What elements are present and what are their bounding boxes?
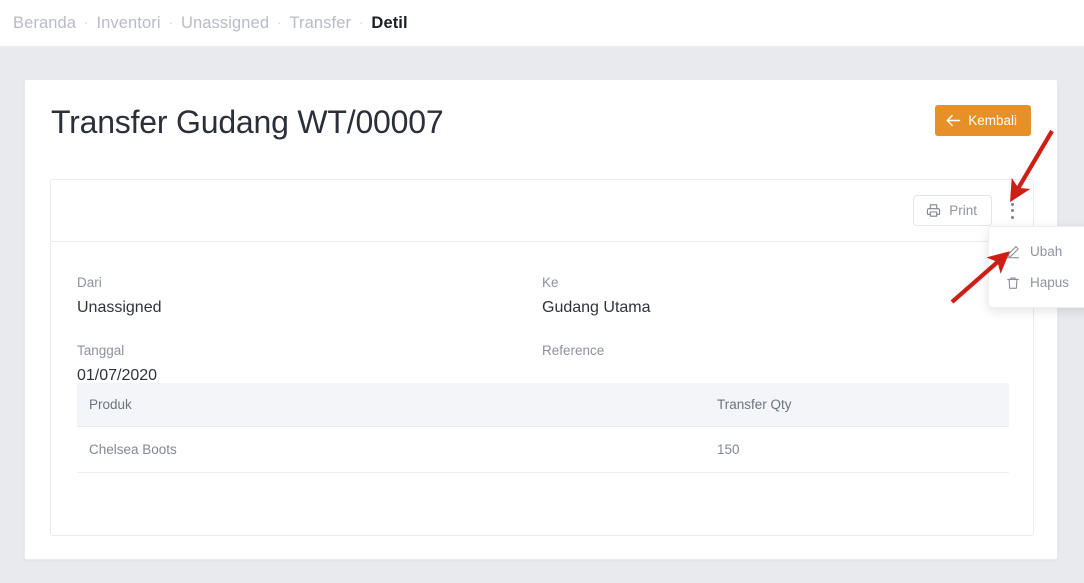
field-tanggal-label: Tanggal [77,343,125,358]
card-header: Transfer Gudang WT/00007 Kembali [25,80,1057,179]
menu-item-hapus-label: Hapus [1030,275,1070,290]
back-button[interactable]: Kembali [935,105,1031,136]
kebab-dot [1010,215,1014,219]
breadcrumb-item-inventori[interactable]: Inventori [96,14,160,33]
field-ke-value: Gudang Utama [542,299,651,316]
field-reference-label: Reference [542,343,605,358]
breadcrumb-item-unassigned[interactable]: Unassigned [181,14,269,33]
panel-toolbar: Print [51,180,1033,242]
breadcrumb-separator: · [277,14,282,30]
menu-item-hapus[interactable]: Hapus [989,267,1084,298]
print-button-label: Print [949,203,977,218]
print-button[interactable]: Print [913,195,992,226]
breadcrumb-separator: · [84,14,89,30]
kebab-dot [1010,202,1014,206]
breadcrumb-separator: · [168,14,173,30]
arrow-left-icon [946,114,961,127]
pencil-icon [1006,245,1020,259]
menu-item-ubah[interactable]: Ubah [989,236,1084,267]
table-header-row: Produk Transfer Qty [77,383,1009,427]
trash-icon [1006,276,1020,290]
field-dari-label: Dari [77,275,102,290]
kebab-dropdown-menu: Ubah Hapus [988,226,1084,308]
cell-transfer-qty: 150 [705,426,1009,473]
field-row-meta: Tanggal 01/07/2020 Reference [77,343,1007,387]
page-title: Transfer Gudang WT/00007 [51,104,444,140]
printer-icon [926,203,941,218]
field-dari-value: Unassigned [77,299,162,316]
table-body: Chelsea Boots 150 [77,426,1009,473]
kebab-dot [1010,209,1014,212]
field-dari: Dari Unassigned [77,275,542,319]
breadcrumb-item-detil: Detil [371,13,408,32]
field-ke-label: Ke [542,275,559,290]
field-tanggal: Tanggal 01/07/2020 [77,343,542,387]
field-ke: Ke Gudang Utama [542,275,1007,319]
more-vertical-icon[interactable] [1001,195,1023,226]
table-head: Produk Transfer Qty [77,383,1009,427]
breadcrumb-item-beranda[interactable]: Beranda [13,14,76,33]
table-header-produk: Produk [77,383,705,427]
breadcrumb-item-transfer[interactable]: Transfer [289,14,351,33]
cell-produk: Chelsea Boots [77,426,705,473]
field-row-origin: Dari Unassigned Ke Gudang Utama [77,275,1007,319]
field-reference: Reference [542,343,1007,387]
table-header-transfer-qty: Transfer Qty [705,383,1009,427]
back-button-label: Kembali [968,113,1017,128]
table-row[interactable]: Chelsea Boots 150 [77,426,1009,473]
menu-item-ubah-label: Ubah [1030,244,1063,259]
breadcrumb-separator: · [359,14,364,30]
breadcrumb: Beranda · Inventori · Unassigned · Trans… [0,0,1084,47]
transfer-lines-table: Produk Transfer Qty Chelsea Boots 150 [77,383,1009,473]
transfer-detail-panel: Print Dari Unassigned Ke Gudang Utama Ta… [50,179,1034,536]
detail-card: Transfer Gudang WT/00007 Kembali Print D… [24,79,1058,560]
